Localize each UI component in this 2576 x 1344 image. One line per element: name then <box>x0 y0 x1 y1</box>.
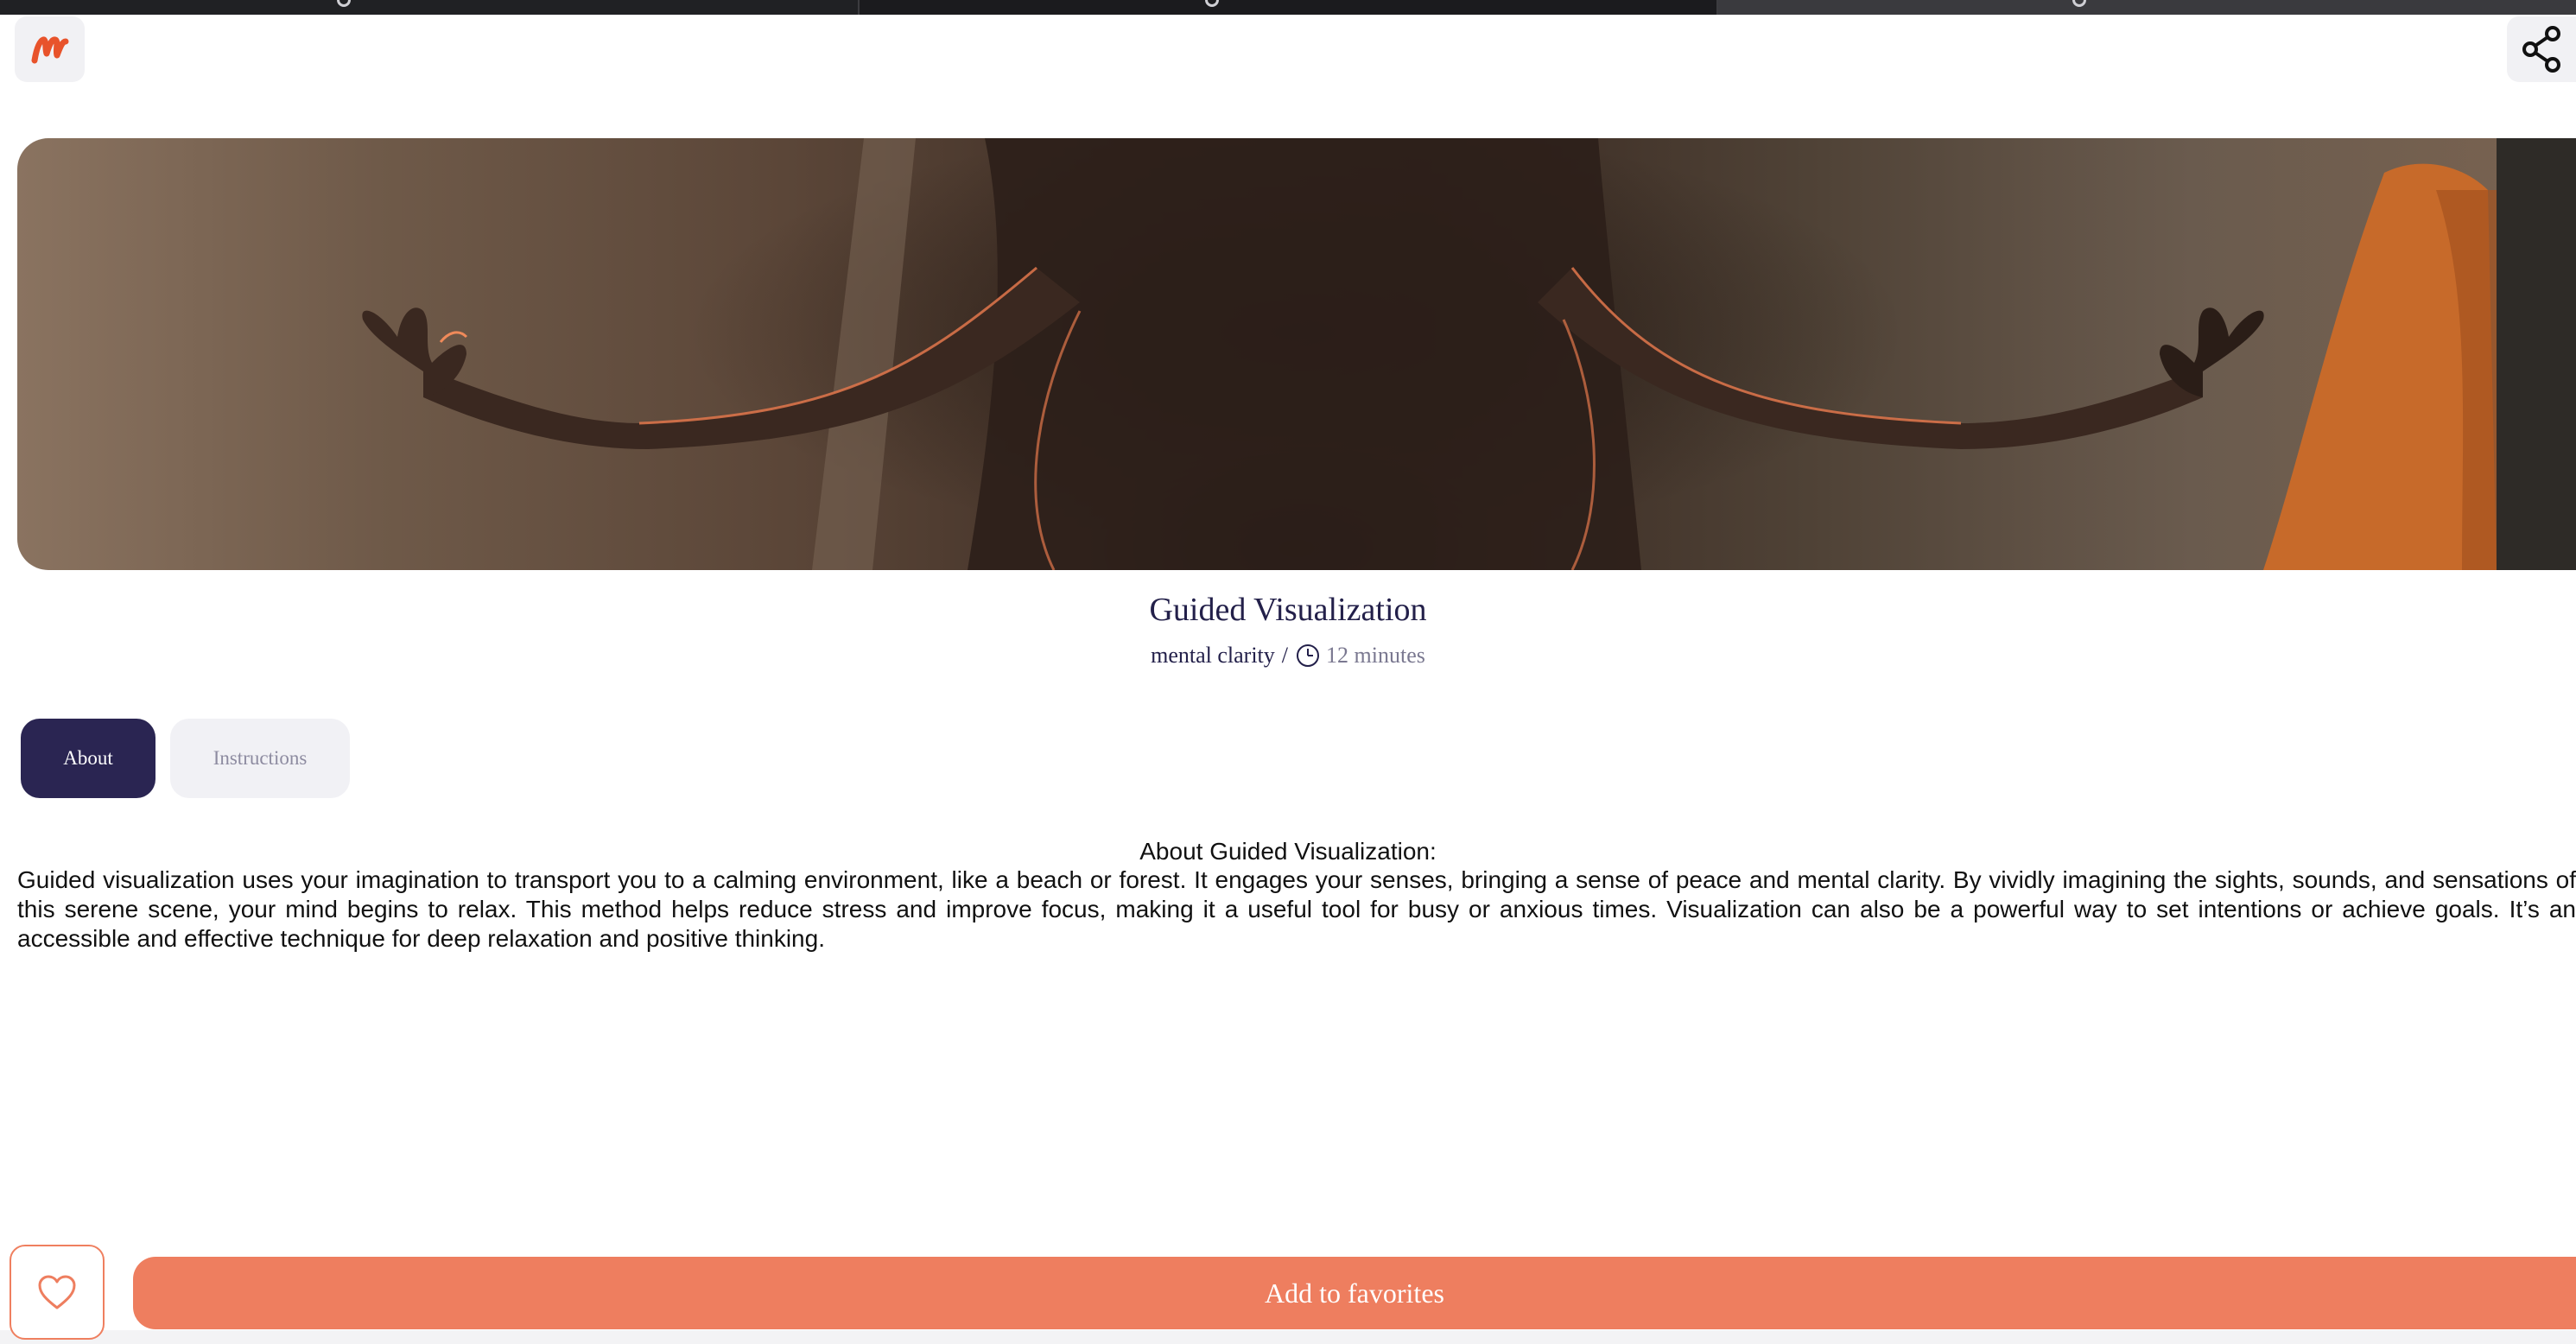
browser-tab[interactable] <box>859 0 1719 15</box>
tab-about[interactable]: About <box>21 719 155 798</box>
bottom-bar <box>0 1330 2576 1344</box>
m-logo-icon <box>31 36 68 64</box>
about-heading: About Guided Visualization: <box>1139 838 1437 865</box>
duration-label: 12 minutes <box>1326 643 1425 668</box>
browser-tab[interactable] <box>1718 0 2576 15</box>
tab-search-icon <box>1204 0 1219 7</box>
browser-tab-strip <box>0 0 2576 15</box>
clock-icon <box>1295 643 1321 669</box>
hero-image <box>17 138 2576 570</box>
tab-search-icon <box>2072 0 2087 7</box>
session-meta: mental clarity / 12 minutes <box>0 638 2576 673</box>
browser-tab[interactable] <box>0 0 860 15</box>
favorite-heart-button[interactable] <box>10 1245 105 1340</box>
about-body: Guided visualization uses your imaginati… <box>17 866 2576 952</box>
page-title: Guided Visualization <box>1149 592 1427 628</box>
tab-search-icon <box>337 0 351 7</box>
add-to-favorites-button[interactable]: Add to favorites <box>133 1257 2576 1329</box>
tab-instructions[interactable]: Instructions <box>170 719 350 798</box>
meta-separator: / <box>1281 643 1289 668</box>
category-label: mental clarity <box>1151 643 1275 668</box>
hero-illustration <box>362 138 2576 570</box>
share-button[interactable] <box>2507 16 2576 82</box>
heart-icon <box>38 1275 76 1309</box>
share-icon <box>2522 26 2560 73</box>
logo-button[interactable] <box>15 16 85 82</box>
